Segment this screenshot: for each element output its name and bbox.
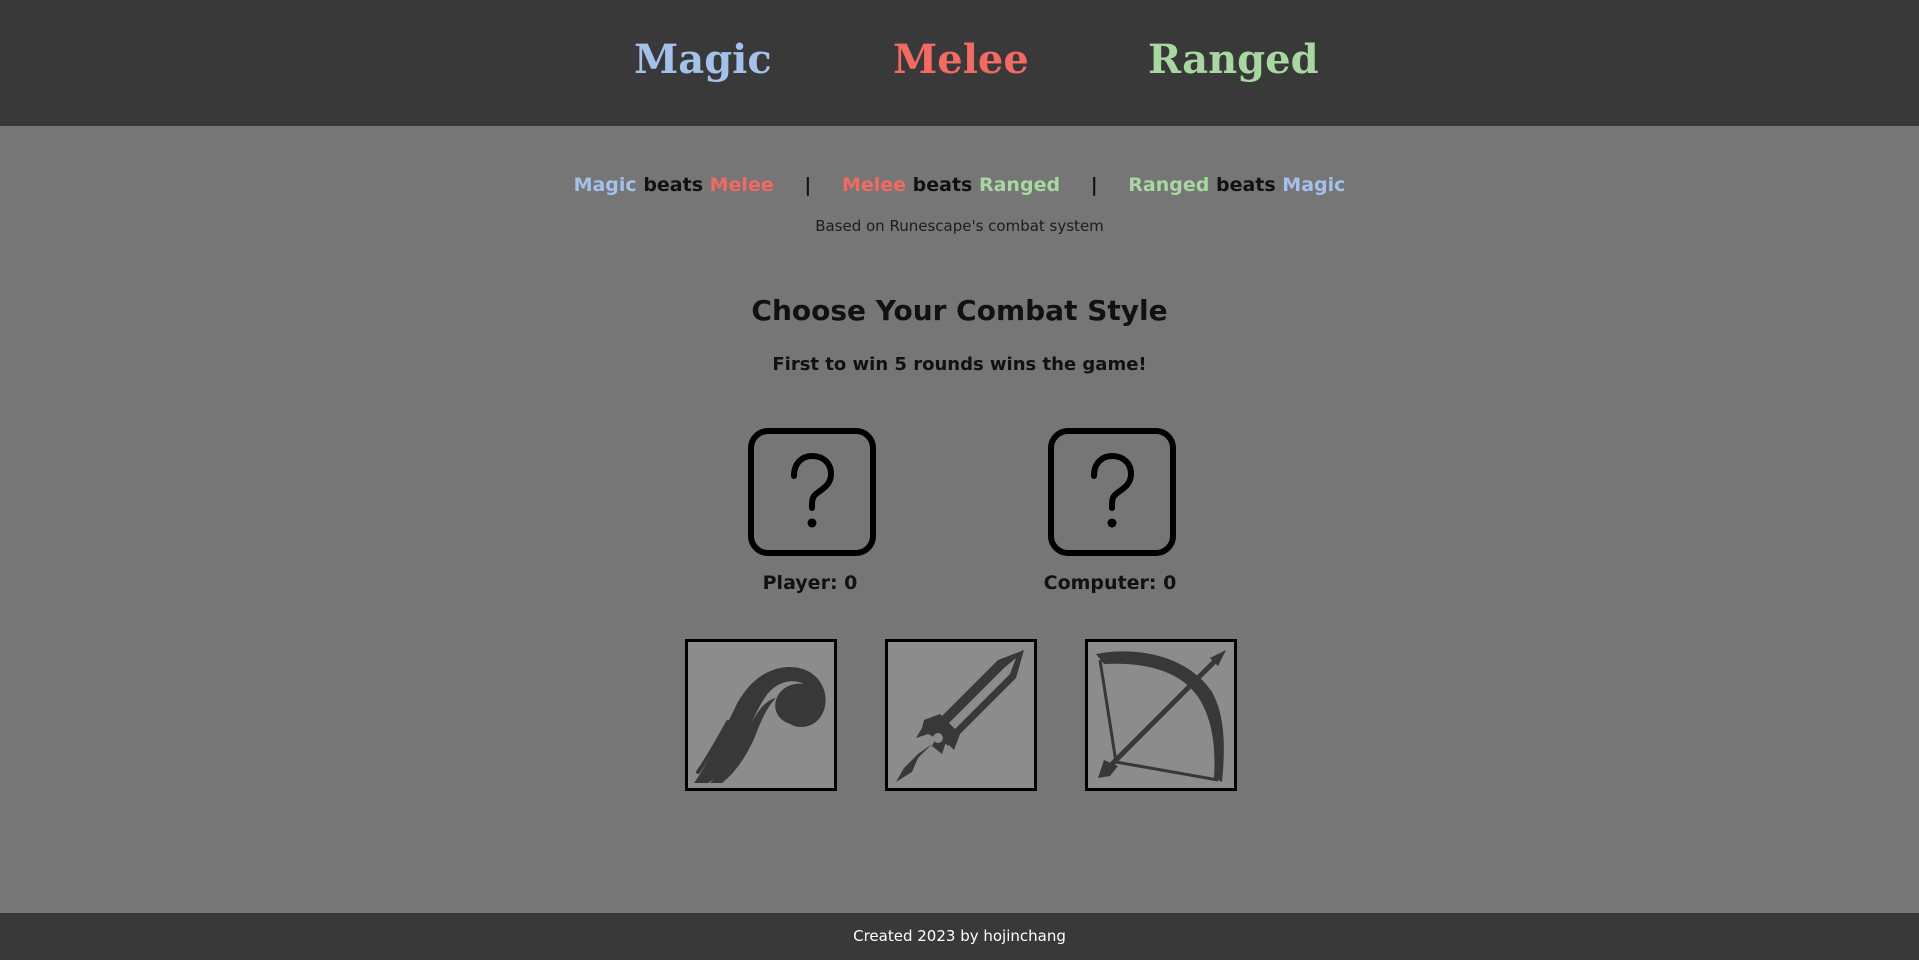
header-magic-title: Magic	[634, 36, 772, 83]
footer-credit: Created 2023 by hojinchang	[853, 927, 1066, 945]
computer-score: Computer: 0	[1043, 572, 1177, 594]
magic-staff-icon	[694, 666, 826, 783]
computer-choice-box	[1048, 428, 1176, 556]
question-mark-icon	[791, 452, 835, 528]
rules-line: Magic beats Melee | Melee beats Ranged |…	[0, 172, 1919, 198]
game-rule-subheading: First to win 5 rounds wins the game!	[772, 354, 1147, 375]
header-ranged-title: Ranged	[1148, 36, 1319, 83]
rule-verb: beats	[1215, 174, 1276, 196]
footer: Created 2023 by hojinchang	[0, 913, 1919, 960]
magic-button[interactable]	[685, 639, 837, 791]
rule-loser: Magic	[1282, 174, 1346, 196]
header-melee-title: Melee	[893, 36, 1029, 83]
rule-melee-ranged: Melee beats Ranged	[842, 172, 1060, 198]
rule-winner: Ranged	[1128, 174, 1210, 196]
rule-winner: Magic	[573, 174, 637, 196]
header: Magic Melee Ranged	[0, 0, 1919, 126]
rule-magic-melee: Magic beats Melee	[574, 172, 774, 198]
bow-arrow-icon	[1096, 650, 1226, 782]
rule-loser: Ranged	[978, 174, 1061, 196]
rule-loser: Melee	[709, 174, 774, 196]
rule-winner: Melee	[841, 174, 907, 196]
rule-separator: |	[804, 174, 812, 196]
based-on-note: Based on Runescape's combat system	[815, 217, 1104, 235]
rule-verb: beats	[912, 174, 973, 196]
rule-ranged-magic: Ranged beats Magic	[1128, 172, 1345, 198]
ranged-button[interactable]	[1085, 639, 1237, 791]
rule-verb: beats	[643, 174, 704, 196]
page-heading: Choose Your Combat Style	[751, 294, 1168, 327]
question-mark-icon	[1091, 452, 1135, 528]
melee-button[interactable]	[885, 639, 1037, 791]
player-score: Player: 0	[762, 572, 858, 594]
rule-separator: |	[1090, 174, 1098, 196]
player-choice-box	[748, 428, 876, 556]
sword-icon	[896, 650, 1024, 782]
